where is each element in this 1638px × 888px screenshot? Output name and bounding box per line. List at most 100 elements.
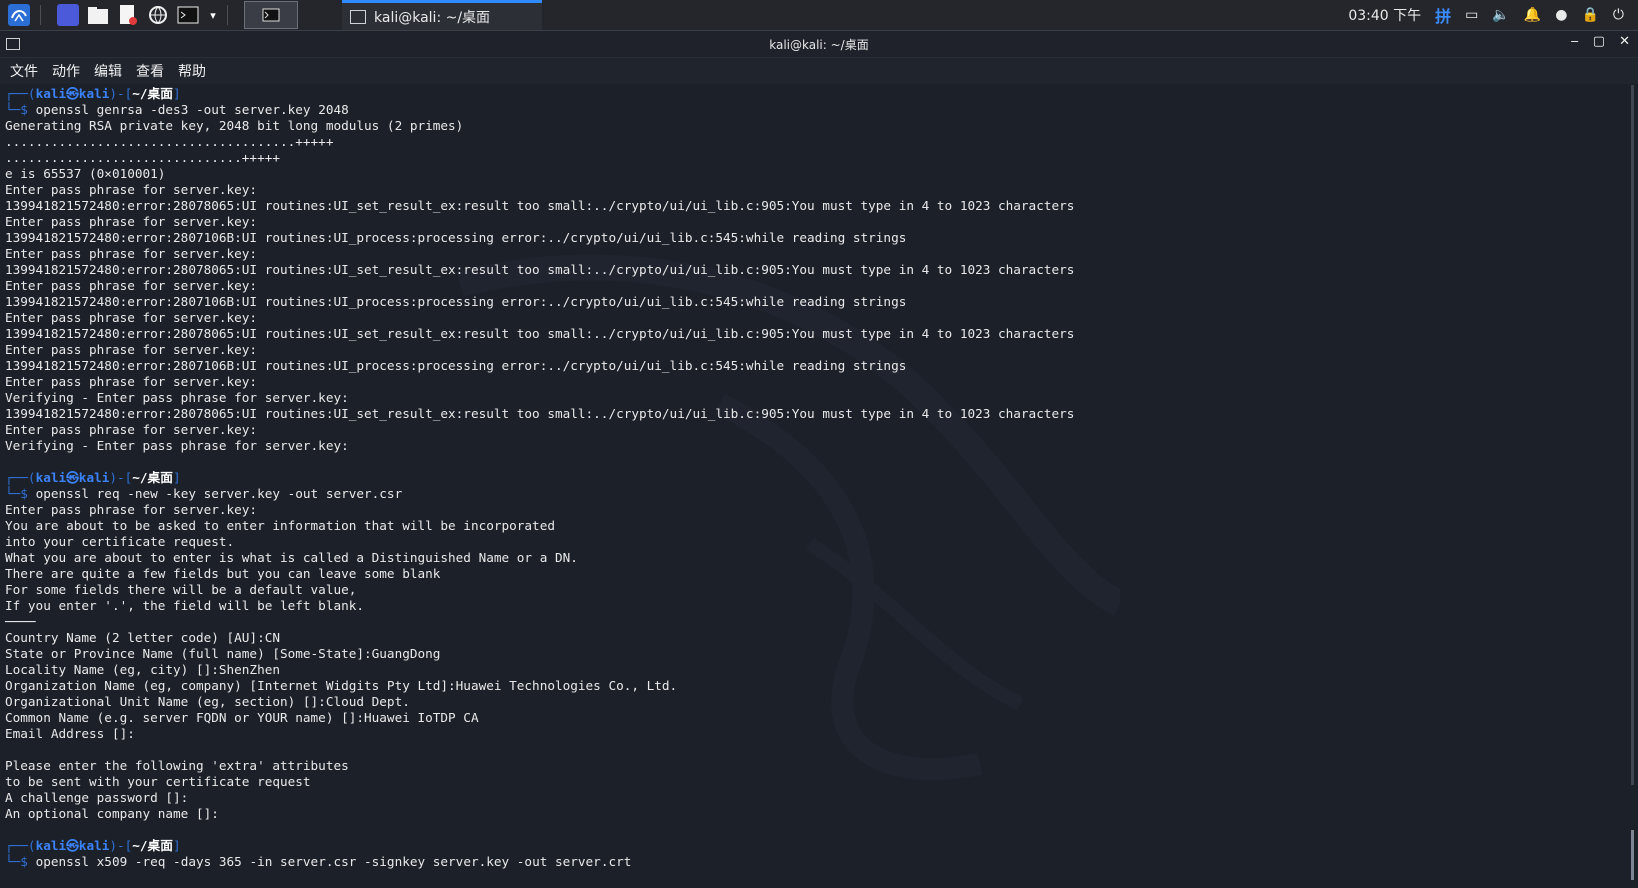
output-line: Enter pass phrase for server.key: xyxy=(5,278,258,293)
kali-menu-icon[interactable] xyxy=(6,2,32,28)
ime-indicator[interactable]: 拼 xyxy=(1435,3,1451,27)
system-tray: 03:40 下午 拼 ▭ 🔈 🔔 ● 🔒 ⏻ xyxy=(1348,0,1638,30)
prompt-path: ~/桌面 xyxy=(132,86,173,101)
output-line: ...............................+++++ xyxy=(5,150,280,165)
output-line: Please enter the following 'extra' attri… xyxy=(5,758,349,773)
minimize-button[interactable]: ‒ xyxy=(1571,34,1579,49)
notification-bell-icon[interactable]: 🔔 xyxy=(1524,7,1541,23)
prompt-line: ┌──(kali㉿kali)-[~/桌面] xyxy=(5,838,1618,854)
output-line: For some fields there will be a default … xyxy=(5,582,357,597)
window-controls: ‒ ▢ ✕ xyxy=(1571,34,1630,49)
prompt-decoration: )-[ xyxy=(109,838,133,853)
taskbar-separator xyxy=(227,5,228,25)
menu-help[interactable]: 帮助 xyxy=(178,61,206,81)
prompt-path: ~/桌面 xyxy=(132,470,173,485)
prompt-decoration: )-[ xyxy=(109,86,133,101)
terminal-icon[interactable] xyxy=(177,4,199,26)
output-line: to be sent with your certificate request xyxy=(5,774,311,789)
prompt-symbol: └─$ xyxy=(5,854,36,869)
prompt-decoration: ┌──( xyxy=(5,86,36,101)
browser-icon[interactable] xyxy=(147,4,169,26)
output-line: 139941821572480:error:28078065:UI routin… xyxy=(5,262,1075,277)
output-line: 139941821572480:error:28078065:UI routin… xyxy=(5,198,1075,213)
output-line: 139941821572480:error:28078065:UI routin… xyxy=(5,326,1075,341)
menu-view[interactable]: 查看 xyxy=(136,61,164,81)
output-line: 139941821572480:error:28078065:UI routin… xyxy=(5,406,1075,421)
prompt-decoration: ] xyxy=(172,86,181,101)
terminal-scrollbar-track[interactable] xyxy=(1631,85,1634,785)
terminal-scrollbar-thumb[interactable] xyxy=(1631,830,1634,880)
chevron-down-icon[interactable]: ▾ xyxy=(207,4,219,26)
active-terminal-launcher[interactable] xyxy=(244,1,298,29)
maximize-button[interactable]: ▢ xyxy=(1593,34,1605,49)
output-line: Organization Name (eg, company) [Interne… xyxy=(5,678,678,693)
prompt-decoration: ] xyxy=(172,470,181,485)
prompt-path: ~/桌面 xyxy=(132,838,173,853)
output-line: ......................................++… xyxy=(5,134,334,149)
terminal-output: ┌──(kali㉿kali)-[~/桌面] └─$ openssl genrsa … xyxy=(5,86,1618,870)
output-line: Enter pass phrase for server.key: xyxy=(5,182,258,197)
output-line: Locality Name (eg, city) []:ShenZhen xyxy=(5,662,280,677)
command-text: openssl genrsa -des3 -out server.key 204… xyxy=(35,102,349,117)
output-line: 139941821572480:error:2807106B:UI routin… xyxy=(5,294,907,309)
output-line: Country Name (2 letter code) [AU]:CN xyxy=(5,630,280,645)
output-line: Verifying - Enter pass phrase for server… xyxy=(5,390,349,405)
window-title: kali@kali: ~/桌面 xyxy=(769,37,869,52)
output-line: Enter pass phrase for server.key: xyxy=(5,502,258,517)
window-titlebar: kali@kali: ~/桌面 ‒ ▢ ✕ xyxy=(0,31,1638,58)
command-text: openssl x509 -req -days 365 -in server.c… xyxy=(35,854,632,869)
prompt-symbol: └─$ xyxy=(5,486,36,501)
output-line: Enter pass phrase for server.key: xyxy=(5,310,258,325)
output-line: There are quite a few fields but you can… xyxy=(5,566,441,581)
output-line: Verifying - Enter pass phrase for server… xyxy=(5,438,349,453)
menu-edit[interactable]: 编辑 xyxy=(94,61,122,81)
clock[interactable]: 03:40 下午 xyxy=(1348,5,1421,25)
output-line: Organizational Unit Name (eg, section) [… xyxy=(5,694,410,709)
output-line: A challenge password []: xyxy=(5,790,189,805)
task-terminal-window[interactable]: kali@kali: ~/桌面 xyxy=(342,0,542,30)
output-line: Enter pass phrase for server.key: xyxy=(5,374,258,389)
display-icon[interactable]: ▭ xyxy=(1465,7,1478,23)
command-text: openssl req -new -key server.key -out se… xyxy=(35,486,403,501)
command-line: └─$ openssl genrsa -des3 -out server.key… xyxy=(5,102,1618,118)
desktop-icon[interactable] xyxy=(57,4,79,26)
output-line: Email Address []: xyxy=(5,726,135,741)
output-line: e is 65537 (0×010001) xyxy=(5,166,166,181)
prompt-line: ┌──(kali㉿kali)-[~/桌面] xyxy=(5,86,1618,102)
prompt-decoration: ] xyxy=(172,838,181,853)
taskbar-separator xyxy=(40,5,41,25)
prompt-symbol: └─$ xyxy=(5,102,36,117)
files-icon[interactable] xyxy=(87,4,109,26)
output-line: What you are about to enter is what is c… xyxy=(5,550,578,565)
output-line: Common Name (e.g. server FQDN or YOUR na… xyxy=(5,710,479,725)
close-button[interactable]: ✕ xyxy=(1619,34,1630,49)
terminal-area[interactable]: ┌──(kali㉿kali)-[~/桌面] └─$ openssl genrsa … xyxy=(0,84,1638,888)
terminal-window-icon xyxy=(350,9,366,24)
prompt-line: ┌──(kali㉿kali)-[~/桌面] xyxy=(5,470,1618,486)
output-line: ──── xyxy=(5,614,36,629)
menubar: 文件 动作 编辑 查看 帮助 xyxy=(0,58,1638,84)
output-line: Enter pass phrase for server.key: xyxy=(5,422,258,437)
window-terminal-icon xyxy=(6,38,20,50)
volume-icon[interactable]: 🔈 xyxy=(1492,7,1509,23)
output-line: State or Province Name (full name) [Some… xyxy=(5,646,441,661)
menu-action[interactable]: 动作 xyxy=(52,61,80,81)
text-editor-icon[interactable] xyxy=(117,4,139,26)
command-line: └─$ openssl x509 -req -days 365 -in serv… xyxy=(5,854,1618,870)
prompt-user: kali㉿kali xyxy=(35,838,110,853)
output-line: 139941821572480:error:2807106B:UI routin… xyxy=(5,230,907,245)
prompt-user: kali㉿kali xyxy=(35,470,110,485)
menu-file[interactable]: 文件 xyxy=(10,61,38,81)
system-taskbar: ▾ kali@kali: ~/桌面 03:40 下午 拼 ▭ 🔈 🔔 ● 🔒 ⏻ xyxy=(0,0,1638,31)
power-icon[interactable]: ⏻ xyxy=(1613,7,1624,23)
task-title: kali@kali: ~/桌面 xyxy=(374,9,491,26)
power-status-icon[interactable]: ● xyxy=(1555,7,1567,23)
output-line: You are about to be asked to enter infor… xyxy=(5,518,555,533)
prompt-decoration: )-[ xyxy=(109,470,133,485)
output-line: An optional company name []: xyxy=(5,806,219,821)
output-line: If you enter '.', the field will be left… xyxy=(5,598,365,613)
lock-icon[interactable]: 🔒 xyxy=(1581,7,1598,23)
